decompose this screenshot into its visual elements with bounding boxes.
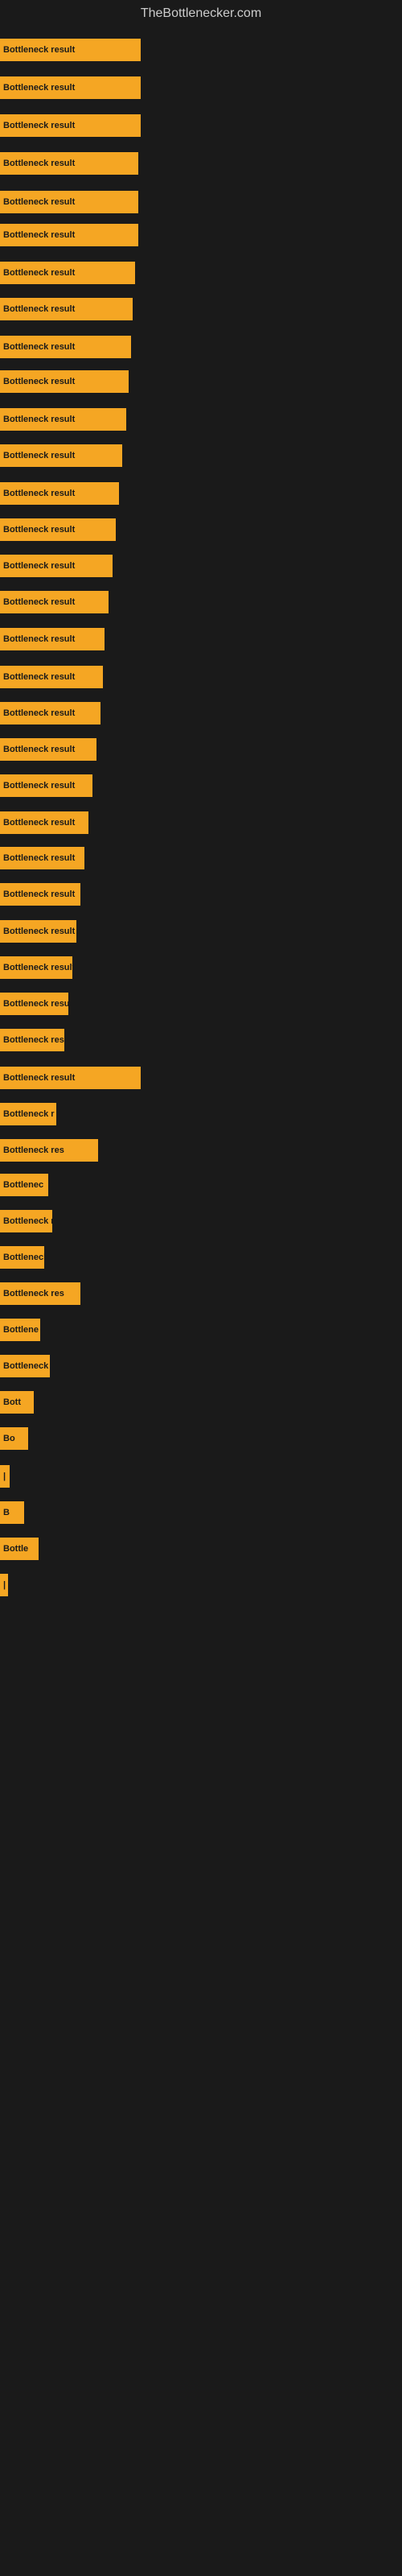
bar-item: Bottleneck result bbox=[0, 39, 141, 61]
bar-item: Bottleneck result bbox=[0, 920, 76, 943]
bar-label: Bottleneck result bbox=[3, 1073, 75, 1083]
bar-item: Bottlenec bbox=[0, 1174, 48, 1196]
bar-item: B bbox=[0, 1501, 24, 1524]
bar-label: | bbox=[3, 1472, 6, 1481]
bar-item: | bbox=[0, 1574, 8, 1596]
bar-item: Bottleneck result bbox=[0, 738, 96, 761]
bar-label: Bottleneck result bbox=[3, 561, 75, 571]
bar-label: Bottleneck result bbox=[3, 489, 75, 498]
bar-item: Bottleneck result bbox=[0, 482, 119, 505]
bar-label: Bottleneck result bbox=[3, 342, 75, 352]
bar-item: Bott bbox=[0, 1391, 34, 1414]
bar-label: Bottleneck result bbox=[3, 268, 75, 278]
bar-item: Bottleneck r bbox=[0, 1103, 56, 1125]
bar-label: Bottleneck result bbox=[3, 708, 75, 718]
bar-item: Bottle bbox=[0, 1538, 39, 1560]
bar-label: Bottleneck result bbox=[3, 927, 75, 936]
bar-label: B bbox=[3, 1508, 10, 1517]
bar-item: Bottleneck res bbox=[0, 1029, 64, 1051]
bar-item: Bottleneck result bbox=[0, 444, 122, 467]
bar-item: Bottleneck result bbox=[0, 811, 88, 834]
bar-label: Bottleneck result bbox=[3, 159, 75, 168]
bar-label: Bottleneck result bbox=[3, 781, 75, 791]
bar-label: Bottlene bbox=[3, 1325, 39, 1335]
bar-item: Bottleneck result bbox=[0, 666, 103, 688]
bar-label: Bottleneck result bbox=[3, 83, 75, 93]
bar-item: Bottleneck result bbox=[0, 847, 84, 869]
site-title: TheBottlenecker.com bbox=[0, 0, 402, 24]
bar-label: Bottleneck result bbox=[3, 121, 75, 130]
bar-label: Bottleneck result bbox=[3, 672, 75, 682]
bar-item: Bottlene bbox=[0, 1319, 40, 1341]
bar-label: Bottleneck result bbox=[3, 597, 75, 607]
bar-item: Bottleneck result bbox=[0, 1067, 141, 1089]
bar-item: Bottleneck result bbox=[0, 191, 138, 213]
bar-item: | bbox=[0, 1465, 10, 1488]
bar-label: Bottleneck result bbox=[3, 853, 75, 863]
bar-item: Bottleneck result bbox=[0, 408, 126, 431]
bar-item: Bottleneck result bbox=[0, 518, 116, 541]
bar-label: Bottleneck result bbox=[3, 451, 75, 460]
bar-item: Bottleneck result bbox=[0, 370, 129, 393]
bar-label: | bbox=[3, 1580, 6, 1590]
bar-item: Bottleneck res bbox=[0, 1282, 80, 1305]
bar-item: Bottleneck r bbox=[0, 1355, 50, 1377]
bar-label: Bottlenec bbox=[3, 1180, 43, 1190]
bar-item: Bottleneck bbox=[0, 1246, 44, 1269]
bar-item: Bottleneck result bbox=[0, 774, 92, 797]
bar-label: Bottleneck result bbox=[3, 634, 75, 644]
bar-item: Bottleneck r bbox=[0, 1210, 52, 1232]
bar-item: Bottleneck result bbox=[0, 336, 131, 358]
bar-item: Bottleneck result bbox=[0, 883, 80, 906]
bar-item: Bottleneck result bbox=[0, 76, 141, 99]
bar-label: Bo bbox=[3, 1434, 15, 1443]
bar-item: Bottleneck result bbox=[0, 262, 135, 284]
bar-label: Bottleneck result bbox=[3, 818, 75, 828]
bar-label: Bottleneck result bbox=[3, 230, 75, 240]
bar-label: Bottleneck res bbox=[3, 1035, 64, 1045]
bar-label: Bottleneck result bbox=[3, 963, 72, 972]
bar-label: Bottleneck result bbox=[3, 45, 75, 55]
bar-item: Bottleneck result bbox=[0, 224, 138, 246]
bar-label: Bottleneck res bbox=[3, 1289, 64, 1298]
bar-label: Bottleneck result bbox=[3, 890, 75, 899]
bar-label: Bottleneck r bbox=[3, 1361, 50, 1371]
bar-item: Bottleneck result bbox=[0, 555, 113, 577]
bar-label: Bottleneck result bbox=[3, 377, 75, 386]
bar-label: Bottle bbox=[3, 1544, 28, 1554]
bar-item: Bottleneck result bbox=[0, 956, 72, 979]
bar-label: Bottleneck result bbox=[3, 525, 75, 535]
bar-label: Bottleneck result bbox=[3, 197, 75, 207]
bar-label: Bott bbox=[3, 1397, 21, 1407]
bar-item: Bottleneck result bbox=[0, 702, 100, 724]
bar-label: Bottleneck result bbox=[3, 304, 75, 314]
bar-label: Bottleneck result bbox=[3, 745, 75, 754]
bar-label: Bottleneck result bbox=[3, 999, 68, 1009]
bar-label: Bottleneck result bbox=[3, 415, 75, 424]
bar-item: Bottleneck result bbox=[0, 298, 133, 320]
bar-label: Bottleneck r bbox=[3, 1109, 55, 1119]
bar-item: Bottleneck result bbox=[0, 628, 105, 650]
bar-item: Bottleneck result bbox=[0, 993, 68, 1015]
bar-label: Bottleneck bbox=[3, 1253, 44, 1262]
bar-item: Bottleneck result bbox=[0, 114, 141, 137]
bar-item: Bottleneck result bbox=[0, 591, 109, 613]
bar-label: Bottleneck r bbox=[3, 1216, 52, 1226]
bar-item: Bottleneck result bbox=[0, 152, 138, 175]
chart-area: Bottleneck result Bottleneck result Bottle… bbox=[0, 24, 402, 2560]
bar-item: Bo bbox=[0, 1427, 28, 1450]
bar-label: Bottleneck res bbox=[3, 1146, 64, 1155]
bar-item: Bottleneck res bbox=[0, 1139, 98, 1162]
